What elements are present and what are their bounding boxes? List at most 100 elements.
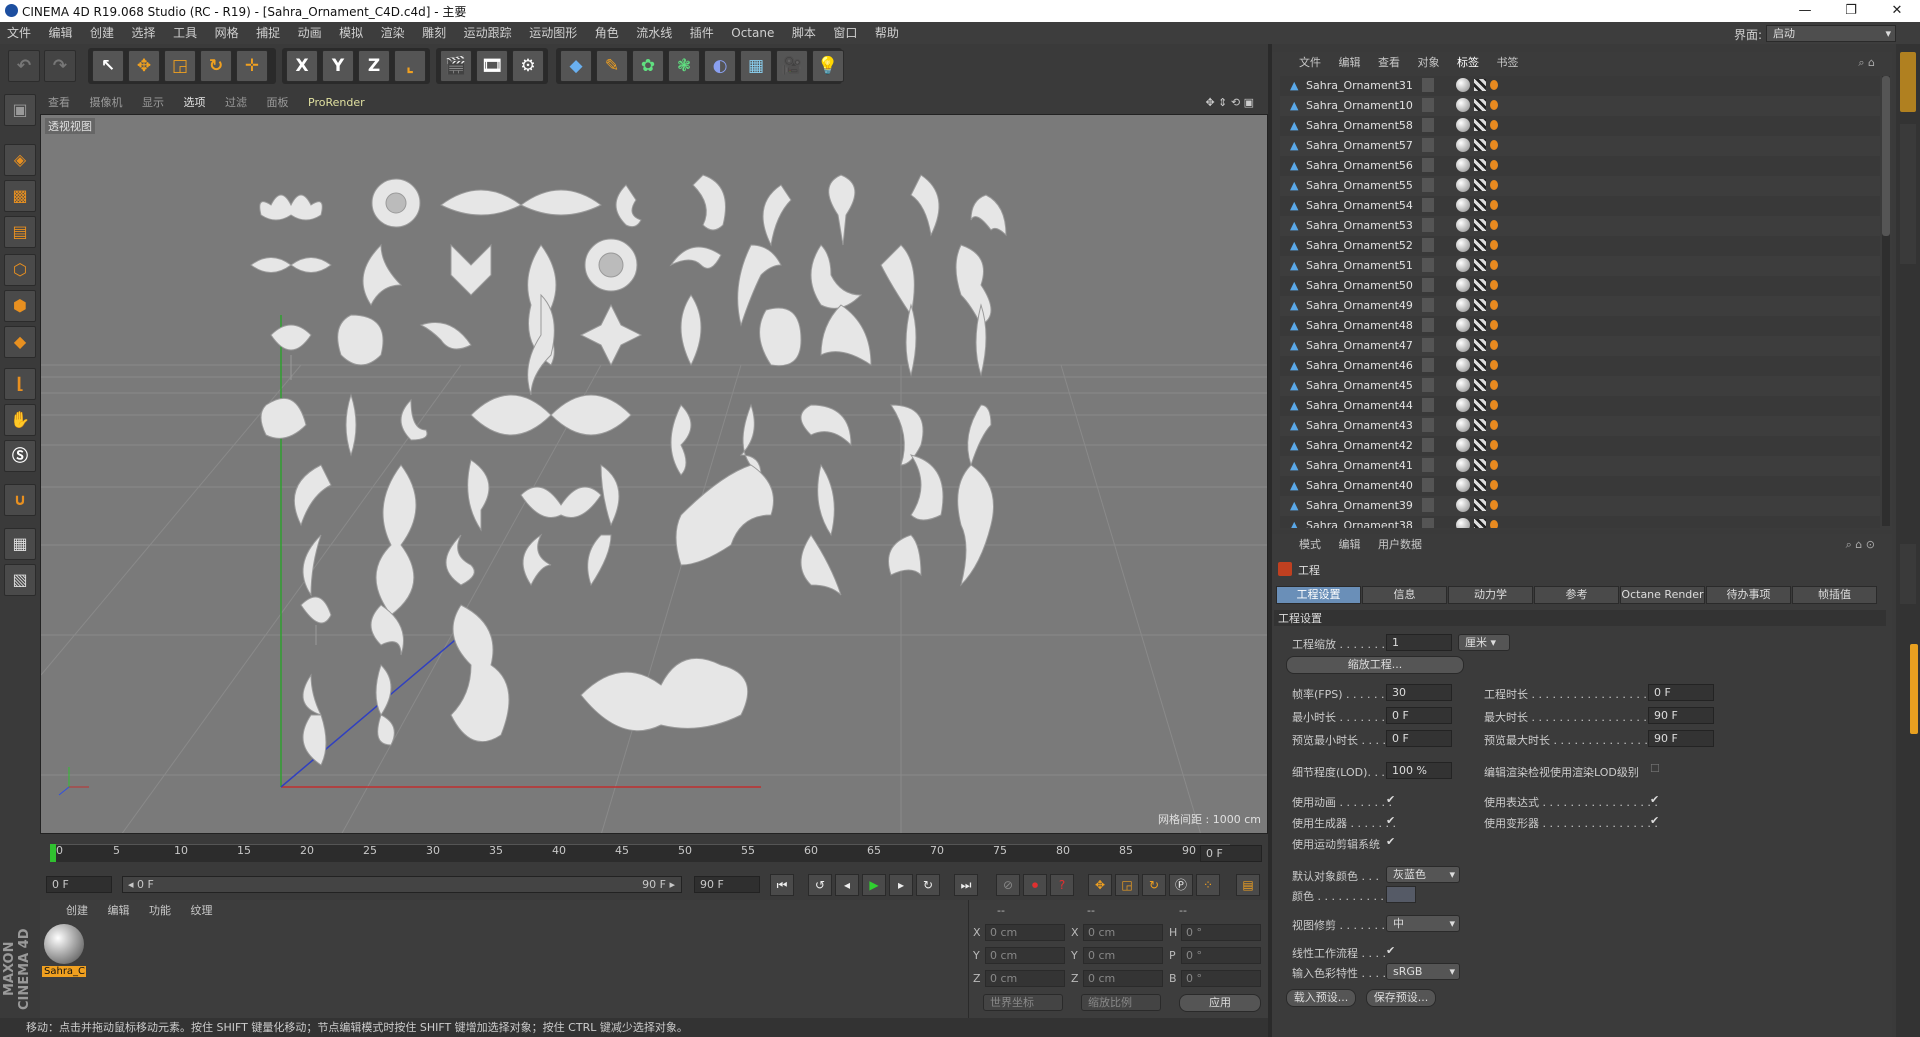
phong-tag-icon[interactable] xyxy=(1456,98,1470,112)
linear-workflow-checkbox[interactable]: ✔ xyxy=(1386,944,1395,957)
uvw-tag-icon[interactable] xyxy=(1490,140,1498,150)
visibility-toggle-icon[interactable] xyxy=(1422,518,1434,528)
uvw-tag-icon[interactable] xyxy=(1490,340,1498,350)
menu-create[interactable]: 创建 xyxy=(83,22,121,44)
phong-tag-icon[interactable] xyxy=(1456,418,1470,432)
timeline-ruler[interactable]: 0 5 10 15 20 25 30 35 40 45 50 55 60 65 … xyxy=(40,836,1268,870)
side-scroll-indicator[interactable] xyxy=(1910,644,1918,734)
material-tag-icon[interactable] xyxy=(1474,139,1486,151)
menu-motion-tracking[interactable]: 运动跟踪 xyxy=(457,22,519,44)
preview-min-field[interactable]: 0 F xyxy=(1386,730,1452,747)
visibility-toggle-icon[interactable] xyxy=(1422,158,1434,172)
key-parameter-icon[interactable]: Ⓟ xyxy=(1169,874,1193,896)
workplane-mode-icon[interactable]: ▤ xyxy=(4,216,36,248)
goto-end-icon[interactable]: ⏭ xyxy=(954,874,978,896)
render-settings-icon[interactable]: ⚙ xyxy=(512,50,544,82)
visibility-toggle-icon[interactable] xyxy=(1422,238,1434,252)
material-tag-icon[interactable] xyxy=(1474,179,1486,191)
autokey-icon[interactable]: ⏺ xyxy=(1023,874,1047,896)
object-name[interactable]: Sahra_Ornament45 xyxy=(1306,376,1413,396)
material-swatch[interactable]: Sahra_C xyxy=(42,922,86,982)
visibility-toggle-icon[interactable] xyxy=(1422,498,1434,512)
object-row[interactable]: ▲ Sahra_Ornament54 xyxy=(1280,196,1880,216)
use-motion-checkbox[interactable]: ✔ xyxy=(1386,835,1395,848)
visibility-toggle-icon[interactable] xyxy=(1422,418,1434,432)
object-name[interactable]: Sahra_Ornament52 xyxy=(1306,236,1413,256)
object-row[interactable]: ▲ Sahra_Ornament44 xyxy=(1280,396,1880,416)
object-row[interactable]: ▲ Sahra_Ornament40 xyxy=(1280,476,1880,496)
object-name[interactable]: Sahra_Ornament47 xyxy=(1306,336,1413,356)
viewport-menu-camera[interactable]: 摄像机 xyxy=(82,92,131,114)
object-name[interactable]: Sahra_Ornament50 xyxy=(1306,276,1413,296)
phong-tag-icon[interactable] xyxy=(1456,278,1470,292)
object-row[interactable]: ▲ Sahra_Ornament57 xyxy=(1280,136,1880,156)
material-tag-icon[interactable] xyxy=(1474,519,1486,528)
visibility-toggle-icon[interactable] xyxy=(1422,338,1434,352)
uvw-tag-icon[interactable] xyxy=(1490,180,1498,190)
lod-field[interactable]: 100 % xyxy=(1386,762,1452,779)
frame-range-slider[interactable]: ◂ 0 F 90 F ▸ xyxy=(122,876,682,893)
phong-tag-icon[interactable] xyxy=(1456,218,1470,232)
position-x-field[interactable]: 0 cm xyxy=(985,924,1065,941)
object-row[interactable]: ▲ Sahra_Ornament51 xyxy=(1280,256,1880,276)
visibility-toggle-icon[interactable] xyxy=(1422,278,1434,292)
view-clip-dropdown[interactable]: 中 ▾ xyxy=(1386,915,1460,932)
timeline-window-icon[interactable]: ▤ xyxy=(1236,874,1260,896)
edges-mode-icon[interactable]: ⬢ xyxy=(4,290,36,322)
menu-render[interactable]: 渲染 xyxy=(374,22,412,44)
tweak-mode-icon[interactable]: ✋ xyxy=(4,404,36,436)
menu-help[interactable]: 帮助 xyxy=(868,22,906,44)
object-row[interactable]: ▲ Sahra_Ornament52 xyxy=(1280,236,1880,256)
menu-character[interactable]: 角色 xyxy=(588,22,626,44)
object-name[interactable]: Sahra_Ornament49 xyxy=(1306,296,1413,316)
phong-tag-icon[interactable] xyxy=(1456,458,1470,472)
viewport-menu-options[interactable]: 选项 xyxy=(176,92,214,114)
tab-frame-interpolation[interactable]: 帧插值 xyxy=(1792,586,1877,604)
viewport-menu-panel[interactable]: 面板 xyxy=(259,92,297,114)
project-scale-field[interactable]: 1 xyxy=(1386,634,1452,651)
deformer-icon[interactable]: ◐ xyxy=(704,50,736,82)
phong-tag-icon[interactable] xyxy=(1456,78,1470,92)
key-scale-icon[interactable]: ◲ xyxy=(1115,874,1139,896)
uvw-tag-icon[interactable] xyxy=(1490,80,1498,90)
visibility-toggle-icon[interactable] xyxy=(1422,398,1434,412)
use-expression-checkbox[interactable]: ✔ xyxy=(1650,793,1659,806)
uvw-tag-icon[interactable] xyxy=(1490,440,1498,450)
magnet-icon[interactable]: ∪ xyxy=(4,484,36,516)
object-row[interactable]: ▲ Sahra_Ornament58 xyxy=(1280,116,1880,136)
menu-file[interactable]: 文件 xyxy=(0,22,38,44)
object-row[interactable]: ▲ Sahra_Ornament39 xyxy=(1280,496,1880,516)
menu-mograph[interactable]: 运动图形 xyxy=(522,22,584,44)
viewport-scene[interactable] xyxy=(41,115,1268,834)
material-tag-icon[interactable] xyxy=(1474,259,1486,271)
visibility-toggle-icon[interactable] xyxy=(1422,78,1434,92)
subdivision-icon[interactable]: ✿ xyxy=(632,50,664,82)
preview-max-field[interactable]: 90 F xyxy=(1648,730,1714,747)
visibility-toggle-icon[interactable] xyxy=(1422,98,1434,112)
phong-tag-icon[interactable] xyxy=(1456,398,1470,412)
size-z-field[interactable]: 0 cm xyxy=(1083,970,1163,987)
uvw-tag-icon[interactable] xyxy=(1490,320,1498,330)
object-row[interactable]: ▲ Sahra_Ornament47 xyxy=(1280,336,1880,356)
rotation-h-field[interactable]: 0 ° xyxy=(1181,924,1261,941)
uvw-tag-icon[interactable] xyxy=(1490,120,1498,130)
scale-mode-dropdown[interactable]: 缩放比例 xyxy=(1081,994,1161,1011)
visibility-toggle-icon[interactable] xyxy=(1422,298,1434,312)
material-tag-icon[interactable] xyxy=(1474,99,1486,111)
material-tag-icon[interactable] xyxy=(1474,119,1486,131)
save-preset-button[interactable]: 保存预设... xyxy=(1366,989,1436,1007)
attr-menu-edit[interactable]: 编辑 xyxy=(1332,534,1368,556)
project-time-field[interactable]: 0 F xyxy=(1648,684,1714,701)
object-list[interactable]: ▲ Sahra_Ornament31 ▲ Sahra_Ornament10 ▲ Sahra… xyxy=(1272,76,1884,528)
phong-tag-icon[interactable] xyxy=(1456,258,1470,272)
use-generator-checkbox[interactable]: ✔ xyxy=(1386,814,1395,827)
minimize-button[interactable]: — xyxy=(1782,0,1828,22)
rotate-tool-icon[interactable]: ↻ xyxy=(200,50,232,82)
uvw-tag-icon[interactable] xyxy=(1490,480,1498,490)
floor-icon[interactable]: ▦ xyxy=(740,50,772,82)
phong-tag-icon[interactable] xyxy=(1456,298,1470,312)
phong-tag-icon[interactable] xyxy=(1456,338,1470,352)
goto-start-icon[interactable]: ⏮ xyxy=(770,874,794,896)
ornament-collection[interactable] xyxy=(250,174,1007,766)
object-name[interactable]: Sahra_Ornament51 xyxy=(1306,256,1413,276)
